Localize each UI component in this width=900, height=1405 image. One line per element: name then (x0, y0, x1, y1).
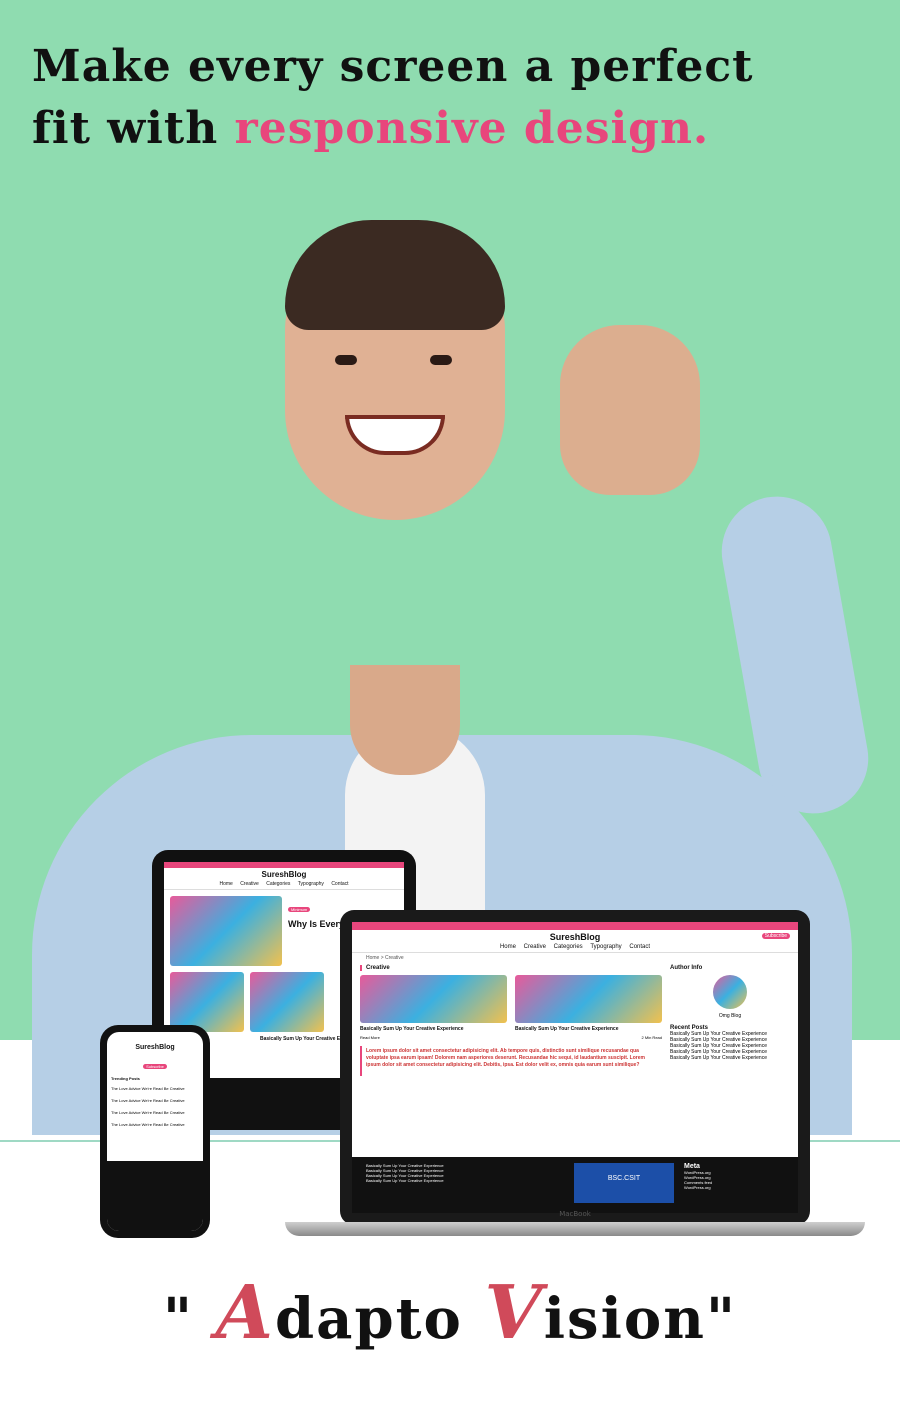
laptop-device: SureshBlog Subscribe Home Creative Categ… (340, 910, 810, 1225)
phone-footer (107, 1161, 203, 1231)
phone-site-title: SureshBlog (135, 1044, 175, 1051)
nav-creative[interactable]: Creative (240, 881, 259, 887)
neck (350, 665, 460, 775)
laptop-base: MacBook (285, 1210, 865, 1236)
read-time: 2 Min Read (641, 1035, 662, 1040)
trending-posts-title: Trending Posts (111, 1076, 140, 1081)
read-more-link[interactable]: Read More (360, 1035, 507, 1040)
headline: Make every screen a perfect fit with res… (32, 36, 872, 160)
tablet-site-title: SureshBlog (261, 870, 307, 879)
laptop-site-title: SureshBlog (549, 932, 601, 942)
meta-link[interactable]: WordPress.org (684, 1185, 784, 1190)
section-label: Creative (360, 965, 662, 971)
nav-contact[interactable]: Contact (331, 881, 348, 887)
card-image (250, 972, 324, 1032)
breadcrumb: Home > Creative (366, 955, 404, 961)
phone-post[interactable]: The Love Advice We're Read Be Creative (111, 1095, 199, 1107)
card-image (170, 972, 244, 1032)
brand-open-quote: " (162, 1286, 195, 1352)
recent-post[interactable]: Basically Sum Up Your Creative Experienc… (670, 1055, 790, 1061)
nav-home[interactable]: Home (500, 944, 516, 950)
nav-categories[interactable]: Categories (266, 881, 290, 887)
ok-hand-gesture (560, 325, 700, 495)
nav-contact[interactable]: Contact (629, 944, 650, 950)
phone-post[interactable]: The Love Advice We're Read Be Creative (111, 1119, 199, 1131)
headline-line-2: fit with responsive design. (32, 98, 872, 160)
laptop-footer: Basically Sum Up Your Creative Experienc… (352, 1157, 798, 1213)
headline-prefix: fit with (32, 103, 235, 154)
brand-word-1: dapto (275, 1286, 463, 1352)
author-info-title: Author Info (670, 965, 703, 971)
category-badge: Minimum (288, 907, 311, 912)
post-image (360, 975, 507, 1023)
right-eye (430, 355, 452, 365)
video-title: BSC.CSIT (607, 1175, 641, 1182)
author-name: Omg Blog (718, 1013, 742, 1019)
laptop-nav: Home Creative Categories Typography Cont… (352, 944, 798, 953)
video-thumbnail[interactable]: BSC.CSIT (574, 1163, 674, 1203)
nav-typography[interactable]: Typography (298, 881, 324, 887)
nav-categories[interactable]: Categories (554, 944, 583, 950)
brand-word-2: ision (543, 1286, 706, 1352)
author-avatar (713, 975, 747, 1009)
post-image (515, 975, 662, 1023)
phone-device: SureshBlog Subscribe Trending Posts The … (100, 1025, 210, 1238)
featured-image (170, 896, 282, 966)
headline-line-1: Make every screen a perfect (32, 41, 754, 92)
quote-block: Lorem ipsum dolor sit amet consectetur a… (360, 1046, 662, 1076)
laptop-screen: SureshBlog Subscribe Home Creative Categ… (352, 922, 798, 1213)
nav-typography[interactable]: Typography (590, 944, 621, 950)
phone-post[interactable]: The Love Advice We're Read Be Creative (111, 1107, 199, 1119)
subscribe-button[interactable]: Subscribe (761, 933, 790, 939)
footer-link[interactable]: Basically Sum Up Your Creative Experienc… (366, 1178, 564, 1183)
post-title[interactable]: Basically Sum Up Your Creative Experienc… (360, 1026, 507, 1032)
hair (285, 220, 505, 330)
phone-screen: SureshBlog Subscribe Trending Posts The … (107, 1032, 203, 1231)
nav-creative[interactable]: Creative (524, 944, 546, 950)
tablet-nav: Home Creative Categories Typography Cont… (164, 881, 404, 890)
meta-title: Meta (684, 1163, 700, 1170)
headline-accent: responsive design. (234, 103, 710, 154)
laptop-label: MacBook (559, 1210, 591, 1218)
nav-home[interactable]: Home (219, 881, 232, 887)
left-eye (335, 355, 357, 365)
post-title[interactable]: Basically Sum Up Your Creative Experienc… (515, 1026, 662, 1032)
brand-cap-a: A (215, 1270, 276, 1356)
brand-close-quote: " (705, 1286, 738, 1352)
phone-post[interactable]: The Love Advice We're Read Be Creative (111, 1083, 199, 1095)
brand-name: " Adapto Vision" (0, 1270, 900, 1356)
smiling-man-photo (0, 215, 900, 1135)
brand-cap-v: V (484, 1270, 544, 1356)
phone-subscribe-button[interactable]: Subscribe (143, 1064, 167, 1069)
laptop-topbar (352, 922, 798, 930)
